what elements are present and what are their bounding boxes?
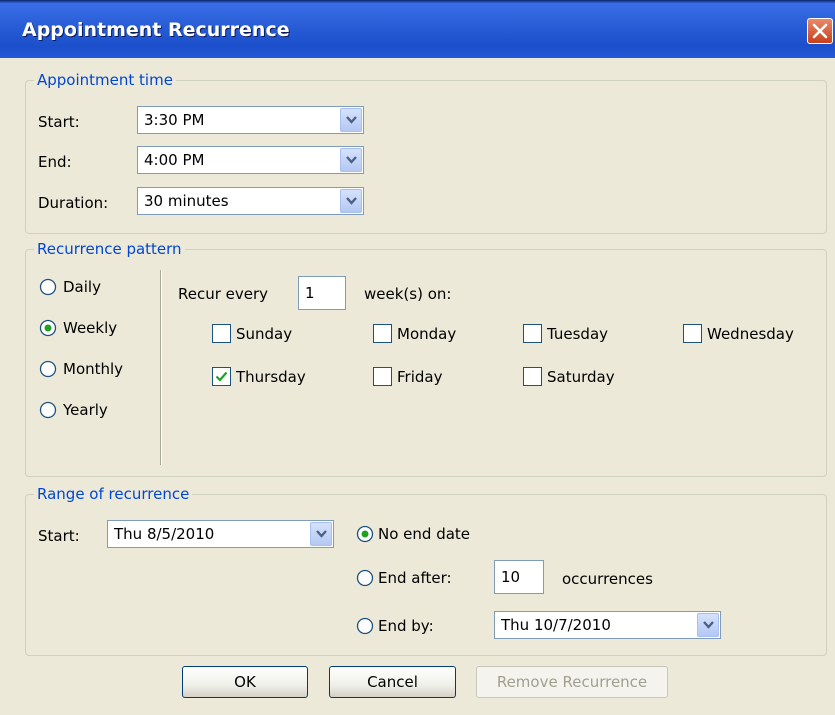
tuesday-checkbox[interactable] [523,324,542,343]
duration-dropdown-button[interactable] [340,189,362,213]
friday-checkbox[interactable] [373,367,392,386]
monthly-label[interactable]: Monthly [63,359,123,379]
close-icon [812,23,828,39]
start-time-select[interactable]: 3:30 PM [137,106,364,134]
end-time-dropdown-button[interactable] [340,148,362,172]
monday-label[interactable]: Monday [397,324,456,344]
end-after-radio[interactable] [356,569,374,587]
recur-every-input[interactable]: 1 [298,276,346,310]
no-end-date-label[interactable]: No end date [378,524,470,544]
no-end-date-radio[interactable] [356,525,374,543]
end-time-value: 4:00 PM [144,151,205,169]
wednesday-label[interactable]: Wednesday [707,324,794,344]
weeks-on-label: week(s) on: [364,285,452,303]
weekly-radio[interactable] [39,319,57,337]
appointment-time-legend: Appointment time [34,70,176,90]
window-title: Appointment Recurrence [22,19,290,41]
start-time-value: 3:30 PM [144,111,205,129]
saturday-checkbox[interactable] [523,367,542,386]
appointment-recurrence-dialog: Appointment Recurrence Appointment time … [0,0,835,715]
sunday-checkbox[interactable] [212,324,231,343]
monthly-radio[interactable] [39,360,57,378]
range-start-dropdown-button[interactable] [310,522,332,546]
end-by-select[interactable]: Thu 10/7/2010 [494,611,721,639]
end-by-value: Thu 10/7/2010 [501,616,611,634]
start-time-dropdown-button[interactable] [340,108,362,132]
close-button[interactable] [807,18,833,44]
range-start-label: Start: [38,527,80,545]
cancel-button[interactable]: Cancel [329,666,456,698]
recur-every-value: 1 [305,284,315,302]
end-time-select[interactable]: 4:00 PM [137,146,364,174]
end-by-radio[interactable] [356,617,374,635]
range-start-value: Thu 8/5/2010 [114,525,215,543]
recur-every-label: Recur every [178,285,269,303]
end-after-label[interactable]: End after: [378,568,452,588]
friday-label[interactable]: Friday [397,367,442,387]
range-start-select[interactable]: Thu 8/5/2010 [107,520,334,548]
yearly-label[interactable]: Yearly [63,400,108,420]
end-by-dropdown-button[interactable] [697,613,719,637]
checkmark-icon [215,371,228,382]
title-bar[interactable]: Appointment Recurrence [0,0,835,58]
weekly-label[interactable]: Weekly [63,318,117,338]
chevron-down-icon [346,156,357,164]
end-time-label: End: [38,153,72,171]
ok-button[interactable]: OK [182,666,308,698]
start-time-label: Start: [38,113,80,131]
daily-label[interactable]: Daily [63,277,101,297]
chevron-down-icon [316,530,327,538]
occurrences-label: occurrences [562,570,653,588]
end-after-input[interactable]: 10 [494,560,544,594]
recurrence-pattern-legend: Recurrence pattern [34,239,185,259]
monday-checkbox[interactable] [373,324,392,343]
sunday-label[interactable]: Sunday [236,324,292,344]
duration-select[interactable]: 30 minutes [137,187,364,215]
chevron-down-icon [703,621,714,629]
tuesday-label[interactable]: Tuesday [547,324,608,344]
chevron-down-icon [346,197,357,205]
pattern-divider [160,270,161,465]
end-by-label[interactable]: End by: [378,616,434,636]
chevron-down-icon [346,116,357,124]
daily-radio[interactable] [39,278,57,296]
duration-label: Duration: [38,194,109,212]
range-of-recurrence-legend: Range of recurrence [34,484,193,504]
yearly-radio[interactable] [39,401,57,419]
wednesday-checkbox[interactable] [683,324,702,343]
end-after-value: 10 [501,568,521,586]
thursday-checkbox[interactable] [212,367,231,386]
saturday-label[interactable]: Saturday [547,367,615,387]
thursday-label[interactable]: Thursday [236,367,306,387]
duration-value: 30 minutes [144,192,229,210]
remove-recurrence-button[interactable]: Remove Recurrence [476,666,668,698]
